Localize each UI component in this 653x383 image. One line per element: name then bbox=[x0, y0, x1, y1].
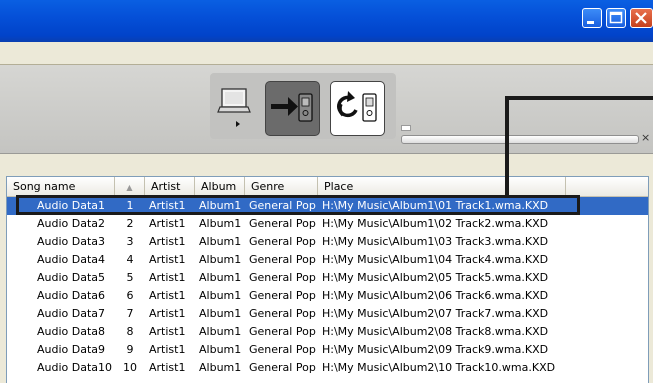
cell-place: H:\My Music\Album1\04 Track4.wma.KXD bbox=[322, 253, 549, 266]
cell-num: 7 bbox=[126, 307, 134, 320]
maximize-icon bbox=[609, 11, 623, 24]
cell-genre: General Pop bbox=[249, 325, 316, 338]
cell-album: Album1 bbox=[199, 343, 242, 356]
cell-genre: General Pop bbox=[249, 289, 316, 302]
selection-highlight-frame bbox=[16, 195, 580, 215]
cell-place: H:\My Music\Album2\08 Track8.wma.KXD bbox=[322, 325, 549, 338]
table-row[interactable]: Audio Data8 8 Artist1 Album1 General Pop H:\M… bbox=[7, 323, 648, 341]
cell-album: Album1 bbox=[199, 271, 242, 284]
cell-num: 6 bbox=[126, 289, 134, 302]
cell-num: 3 bbox=[126, 235, 134, 248]
table-row[interactable]: Audio Data6 6 Artist1 Album1 General Pop H:\M… bbox=[7, 287, 648, 305]
transfer-toolbar bbox=[210, 73, 396, 139]
progress-close-icon[interactable]: × bbox=[641, 131, 650, 144]
cell-name: Audio Data9 bbox=[37, 343, 106, 356]
transfer-to-device-icon bbox=[271, 93, 313, 122]
cell-place: H:\My Music\Album2\07 Track7.wma.KXD bbox=[322, 307, 549, 320]
cell-place: H:\My Music\Album2\09 Track9.wma.KXD bbox=[322, 343, 549, 356]
cell-place: H:\My Music\Album1\02 Track2.wma.KXD bbox=[322, 217, 549, 230]
cell-name: Audio Data8 bbox=[37, 325, 106, 338]
table-row[interactable]: Audio Data4 4 Artist1 Album1 General Pop H:\M… bbox=[7, 251, 648, 269]
cell-genre: General Pop bbox=[249, 361, 316, 374]
cell-genre: General Pop bbox=[249, 217, 316, 230]
cell-artist: Artist1 bbox=[149, 343, 186, 356]
maximize-button[interactable] bbox=[606, 8, 626, 28]
column-header-filler bbox=[566, 177, 648, 196]
cell-genre: General Pop bbox=[249, 343, 316, 356]
cell-place: H:\My Music\Album2\06 Track6.wma.KXD bbox=[322, 289, 549, 302]
cell-album: Album1 bbox=[199, 235, 242, 248]
cell-name: Audio Data2 bbox=[37, 217, 106, 230]
cell-artist: Artist1 bbox=[149, 361, 186, 374]
table-row[interactable]: Audio Data9 9 Artist1 Album1 General Pop H:\M… bbox=[7, 341, 648, 359]
list-header: Song name ▲ Artist Album Genre Place bbox=[7, 177, 648, 197]
progress-indicator bbox=[401, 125, 411, 131]
minimize-icon bbox=[587, 21, 594, 24]
table-row[interactable]: Audio Data10 10 Artist1 Album1 General Pop H:… bbox=[7, 359, 648, 377]
cell-album: Album1 bbox=[199, 217, 242, 230]
cell-name: Audio Data5 bbox=[37, 271, 106, 284]
cell-artist: Artist1 bbox=[149, 271, 186, 284]
computer-icon bbox=[217, 88, 251, 127]
cell-name: Audio Data3 bbox=[37, 235, 106, 248]
sync-device-icon bbox=[337, 91, 377, 122]
computer-button[interactable] bbox=[215, 81, 260, 136]
column-header-place[interactable]: Place bbox=[318, 177, 566, 196]
cell-album: Album1 bbox=[199, 253, 242, 266]
close-button[interactable] bbox=[630, 8, 653, 28]
callout-line bbox=[505, 96, 509, 197]
table-row[interactable]: Audio Data2 2 Artist1 Album1 General Pop H:\M… bbox=[7, 215, 648, 233]
cell-name: Audio Data4 bbox=[37, 253, 106, 266]
close-icon bbox=[635, 12, 647, 24]
cell-num: 8 bbox=[126, 325, 134, 338]
song-list[interactable]: Song name ▲ Artist Album Genre Place Aud… bbox=[6, 176, 649, 383]
cell-artist: Artist1 bbox=[149, 325, 186, 338]
cell-artist: Artist1 bbox=[149, 253, 186, 266]
cell-num: 4 bbox=[126, 253, 134, 266]
minimize-button[interactable] bbox=[582, 8, 602, 28]
cell-name: Audio Data10 bbox=[37, 361, 113, 374]
cell-place: H:\My Music\Album2\10 Track10.wma.KXD bbox=[322, 361, 556, 374]
title-bar bbox=[0, 0, 653, 42]
cell-name: Audio Data6 bbox=[37, 289, 106, 302]
callout-line bbox=[505, 96, 653, 100]
cell-album: Album1 bbox=[199, 307, 242, 320]
column-header-number[interactable]: ▲ bbox=[115, 177, 145, 196]
column-header-genre[interactable]: Genre bbox=[245, 177, 318, 196]
cell-artist: Artist1 bbox=[149, 235, 186, 248]
column-header-artist[interactable]: Artist bbox=[145, 177, 195, 196]
sync-button[interactable] bbox=[330, 81, 385, 136]
table-row[interactable]: Audio Data5 5 Artist1 Album1 General Pop H:\M… bbox=[7, 269, 648, 287]
cell-name: Audio Data7 bbox=[37, 307, 106, 320]
sort-ascending-icon: ▲ bbox=[126, 183, 133, 192]
cell-artist: Artist1 bbox=[149, 289, 186, 302]
cell-album: Album1 bbox=[199, 325, 242, 338]
cell-genre: General Pop bbox=[249, 253, 316, 266]
cell-genre: General Pop bbox=[249, 271, 316, 284]
cell-num: 5 bbox=[126, 271, 134, 284]
table-row[interactable]: Audio Data7 7 Artist1 Album1 General Pop H:\M… bbox=[7, 305, 648, 323]
cell-album: Album1 bbox=[199, 361, 242, 374]
table-row[interactable]: Audio Data3 3 Artist1 Album1 General Pop H:\M… bbox=[7, 233, 648, 251]
menu-bar bbox=[0, 42, 653, 64]
progress-bar bbox=[401, 135, 639, 144]
cell-place: H:\My Music\Album1\03 Track3.wma.KXD bbox=[322, 235, 549, 248]
transfer-button[interactable] bbox=[265, 81, 320, 136]
cell-num: 10 bbox=[123, 361, 137, 374]
cell-num: 9 bbox=[126, 343, 134, 356]
column-header-song-name[interactable]: Song name bbox=[7, 177, 115, 196]
cell-genre: General Pop bbox=[249, 235, 316, 248]
column-header-album[interactable]: Album bbox=[195, 177, 245, 196]
cell-album: Album1 bbox=[199, 289, 242, 302]
cell-genre: General Pop bbox=[249, 307, 316, 320]
cell-artist: Artist1 bbox=[149, 307, 186, 320]
cell-num: 2 bbox=[126, 217, 134, 230]
cell-artist: Artist1 bbox=[149, 217, 186, 230]
cell-place: H:\My Music\Album2\05 Track5.wma.KXD bbox=[322, 271, 549, 284]
